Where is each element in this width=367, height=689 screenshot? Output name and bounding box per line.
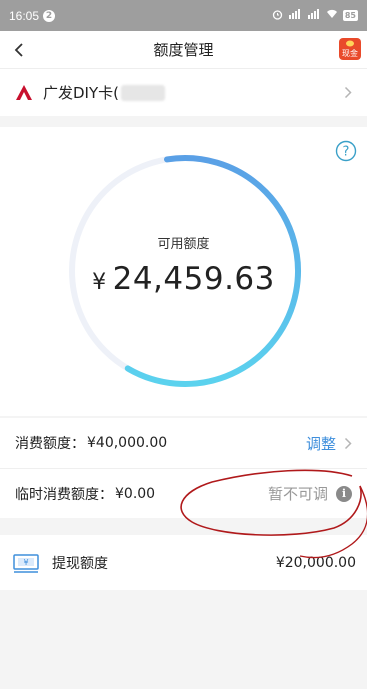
cash-badge-label: 现金 (342, 49, 358, 58)
bank-logo-icon (16, 84, 32, 100)
cash-withdrawal-row[interactable]: ¥ 提现额度 ¥20,000.00 (0, 535, 367, 590)
temporary-limit-label: 临时消费额度： (15, 486, 113, 503)
card-selector[interactable]: 广发DIY卡( (0, 69, 367, 116)
signal-icon-2 (307, 9, 321, 22)
consumption-limit-label: 消费额度： (15, 436, 85, 452)
status-icons: 85 (272, 9, 358, 23)
notification-count-badge: 2 (43, 9, 56, 22)
nav-bar: 额度管理 现金 (0, 31, 367, 69)
info-icon[interactable]: i (336, 485, 352, 502)
cash-withdrawal-value: ¥20,000.00 (275, 554, 356, 571)
limit-rows: 消费额度： ¥40,000.00 调整 临时消费额度： ¥0.00 暂不可调 i (0, 418, 367, 518)
cash-badge-icon (345, 40, 355, 49)
wifi-icon (326, 9, 338, 22)
available-limit-value: 24,459.63 (112, 261, 275, 297)
back-button[interactable] (9, 40, 29, 60)
temporary-limit-value: ¥0.00 (115, 485, 156, 502)
svg-text:¥: ¥ (23, 558, 28, 567)
battery-indicator: 85 (342, 10, 358, 21)
consumption-limit-row[interactable]: 消费额度： ¥40,000.00 调整 (0, 418, 367, 468)
card-number-masked (121, 84, 165, 101)
consumption-limit-action: 调整 (306, 433, 352, 454)
adjust-button[interactable]: 调整 (306, 433, 336, 454)
available-limit-panel: ? 可用额度 ¥24,459.63 (0, 127, 367, 416)
page-title: 额度管理 (153, 41, 214, 59)
card-name: 广发DIY卡( (43, 84, 119, 102)
status-time: 16:05 (9, 8, 40, 23)
available-limit-label: 可用额度 (157, 237, 210, 252)
chevron-right-icon (344, 86, 352, 99)
svg-text:?: ? (343, 145, 350, 160)
currency-symbol: ¥ (92, 270, 107, 295)
help-icon[interactable]: ? (335, 140, 357, 162)
cash-note-icon: ¥ (13, 553, 39, 573)
temporary-limit-row: 临时消费额度： ¥0.00 暂不可调 i (0, 468, 367, 518)
alarm-icon (272, 9, 283, 23)
consumption-limit-value: ¥40,000.00 (87, 435, 168, 451)
chevron-right-icon (344, 437, 352, 449)
chevron-left-icon (14, 43, 23, 57)
cash-badge-button[interactable]: 现金 (339, 38, 361, 60)
status-bar: 16:05 2 85 (0, 0, 367, 31)
cash-withdrawal-label: 提现额度 (52, 555, 108, 572)
temporary-limit-status: 暂不可调 i (268, 483, 352, 504)
available-limit-amount: ¥24,459.63 (0, 261, 367, 297)
not-adjustable-text: 暂不可调 (267, 485, 328, 503)
signal-icon (288, 9, 302, 22)
